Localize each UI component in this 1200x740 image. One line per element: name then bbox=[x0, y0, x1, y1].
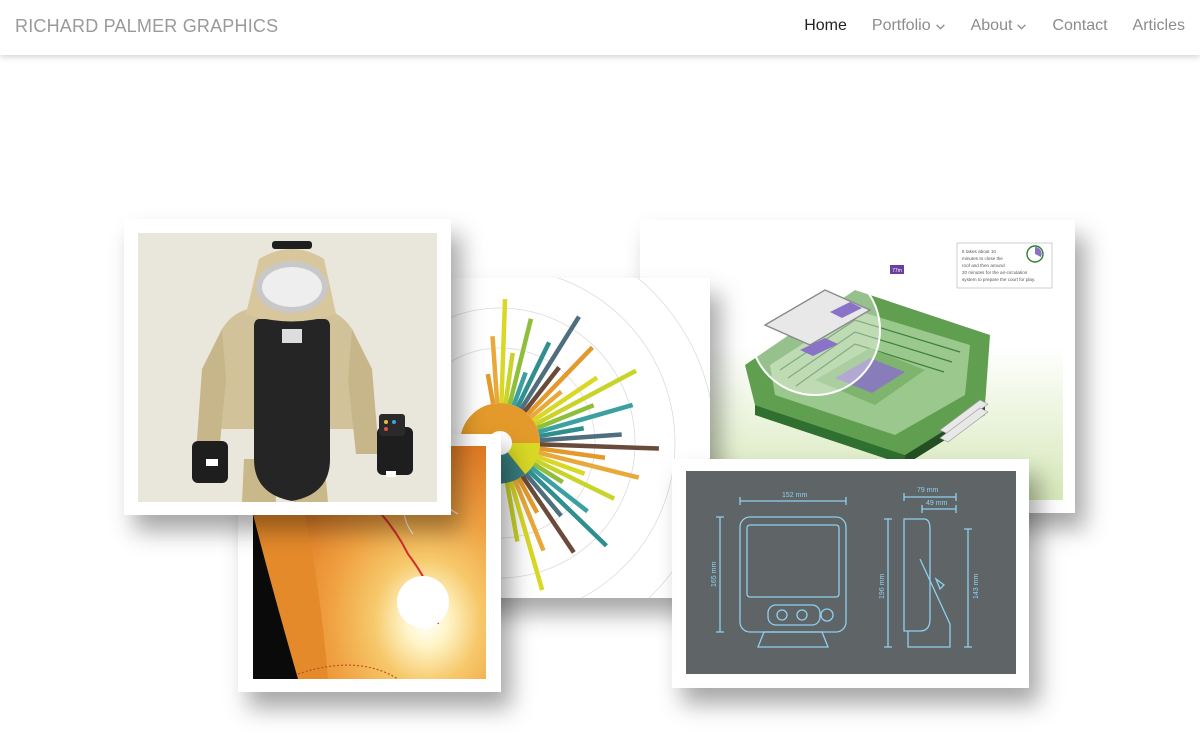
nav-contact-label: Contact bbox=[1052, 17, 1108, 34]
stadium-tag-label: 77m bbox=[892, 268, 902, 274]
stadium-note-line-2: minutes to close the bbox=[962, 256, 1003, 261]
nav-home-label: Home bbox=[804, 17, 847, 34]
device-depth-inner-label: 49 mm bbox=[926, 500, 948, 507]
nav-portfolio[interactable]: Portfolio bbox=[872, 17, 946, 35]
stadium-note-line-5: system to prepare the court for play. bbox=[962, 277, 1035, 282]
main-nav: Home Portfolio About Contact Articles bbox=[804, 17, 1185, 35]
chevron-down-icon bbox=[935, 23, 945, 30]
nav-articles-label: Articles bbox=[1132, 17, 1185, 34]
device-depth-outer-label: 79 mm bbox=[917, 487, 939, 494]
device-drawing-image: 152 mm 79 mm 49 mm 165 mm 196 mm 143 mm bbox=[672, 459, 1029, 688]
device-technical-drawing-card[interactable]: 152 mm 79 mm 49 mm 165 mm 196 mm 143 mm bbox=[672, 459, 1029, 688]
device-side-height-label: 196 mm bbox=[879, 574, 886, 599]
nav-about-label: About bbox=[970, 17, 1013, 34]
brand-logo-link[interactable]: RICHARD PALMER GRAPHICS bbox=[15, 16, 278, 37]
bomb-suit-image bbox=[124, 219, 451, 515]
portfolio-collage: 77m It takes about 10 minutes to close t… bbox=[0, 55, 1200, 740]
site-header: RICHARD PALMER GRAPHICS Home Portfolio A… bbox=[0, 0, 1200, 55]
chevron-down-icon bbox=[1017, 23, 1027, 30]
nav-contact[interactable]: Contact bbox=[1052, 17, 1107, 35]
device-width-label: 152 mm bbox=[782, 492, 807, 499]
nav-about[interactable]: About bbox=[971, 17, 1028, 35]
stadium-note-line-1: It takes about 10 bbox=[962, 249, 996, 254]
stadium-note-line-4: 20 minutes for the air-circulation bbox=[962, 270, 1028, 275]
nav-articles[interactable]: Articles bbox=[1133, 17, 1185, 35]
stadium-note-line-3: roof and then around bbox=[962, 263, 1005, 268]
nav-portfolio-label: Portfolio bbox=[871, 17, 931, 34]
nav-home[interactable]: Home bbox=[804, 17, 847, 35]
device-height-label: 165 mm bbox=[711, 562, 718, 587]
device-side-height-inner-label: 143 mm bbox=[973, 574, 980, 599]
bomb-suit-illustration-card[interactable] bbox=[124, 219, 451, 515]
